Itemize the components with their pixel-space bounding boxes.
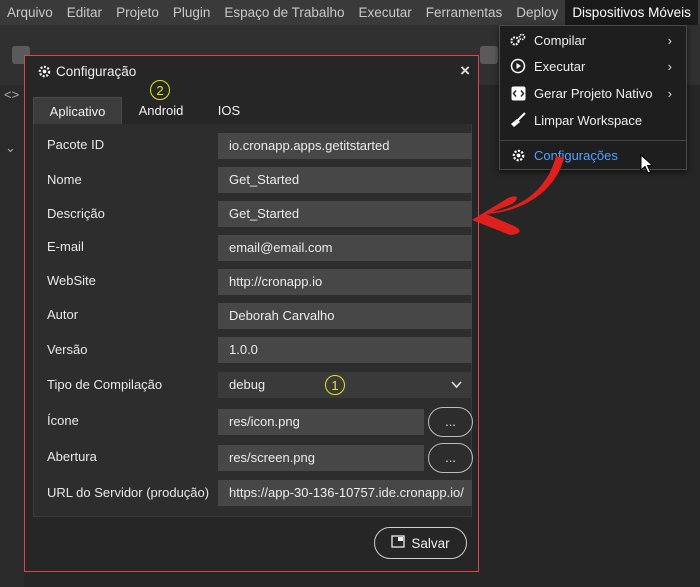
chevron-right-icon: › bbox=[667, 58, 672, 74]
abertura-input[interactable]: res/screen.png bbox=[218, 445, 424, 471]
nome-input[interactable]: Get_Started bbox=[218, 167, 472, 193]
menu-item-label: Executar bbox=[534, 58, 586, 74]
menu-separator bbox=[500, 140, 686, 141]
dialog-header: Configuração × bbox=[25, 56, 478, 86]
autor-input[interactable]: Deborah Carvalho bbox=[218, 303, 472, 329]
chevron-right-icon: › bbox=[667, 32, 672, 48]
label-url-servidor: URL do Servidor (produção) bbox=[47, 485, 210, 500]
website-input[interactable]: http://cronapp.io bbox=[218, 269, 472, 295]
descricao-input[interactable]: Get_Started bbox=[218, 201, 472, 227]
menu-bar: Arquivo Editar Projeto Plugin Espaço de … bbox=[0, 0, 700, 25]
menu-projeto[interactable]: Projeto bbox=[109, 0, 166, 25]
label-abertura: Abertura bbox=[47, 449, 97, 464]
menu-item-compilar[interactable]: Compilar › bbox=[500, 27, 686, 53]
code-icon[interactable]: <> bbox=[4, 87, 19, 102]
close-icon[interactable]: × bbox=[460, 61, 470, 81]
email-input[interactable]: email@email.com bbox=[218, 235, 472, 261]
chevron-down-icon bbox=[451, 372, 462, 398]
gear-icon bbox=[37, 64, 52, 82]
menu-item-label: Compilar bbox=[534, 32, 587, 48]
tab-bar: Aplicativo Android IOS bbox=[33, 97, 470, 125]
play-circle-icon bbox=[510, 58, 526, 74]
annotation-badge-2: 2 bbox=[150, 80, 170, 100]
menu-ferramentas[interactable]: Ferramentas bbox=[419, 0, 510, 25]
ide-side-panel: <> ⌄ bbox=[0, 85, 24, 587]
menu-item-label: Gerar Projeto Nativo bbox=[534, 85, 653, 101]
menu-item-executar[interactable]: Executar › bbox=[500, 53, 686, 79]
menu-espaco-de-trabalho[interactable]: Espaço de Trabalho bbox=[217, 0, 351, 25]
save-label: Salvar bbox=[411, 535, 450, 551]
label-versao: Versão bbox=[47, 342, 88, 357]
mouse-cursor-icon bbox=[640, 153, 654, 177]
save-icon bbox=[391, 535, 406, 551]
menu-editar[interactable]: Editar bbox=[60, 0, 109, 25]
menu-item-limpar-workspace[interactable]: Limpar Workspace bbox=[500, 107, 686, 133]
label-tipo-compilacao: Tipo de Compilação bbox=[47, 377, 163, 392]
label-nome: Nome bbox=[47, 172, 82, 187]
dispositivos-moveis-menu: Compilar › Executar › Gerar Projeto Nati… bbox=[499, 25, 687, 170]
menu-executar[interactable]: Executar bbox=[351, 0, 418, 25]
save-button[interactable]: Salvar bbox=[374, 527, 467, 559]
pacote-id-input[interactable]: io.cronapp.apps.getitstarted bbox=[218, 133, 472, 159]
label-descricao: Descrição bbox=[47, 206, 105, 221]
toolbar-icon[interactable] bbox=[480, 46, 498, 64]
tab-ios[interactable]: IOS bbox=[199, 97, 259, 124]
label-website: WebSite bbox=[47, 273, 96, 288]
url-servidor-input[interactable]: https://app-30-136-10757.ide.cronapp.io/ bbox=[218, 480, 472, 506]
label-autor: Autor bbox=[47, 307, 79, 322]
form-panel: Pacote ID io.cronapp.apps.getitstarted N… bbox=[33, 124, 473, 517]
tab-android[interactable]: Android bbox=[123, 97, 199, 124]
browse-icon-button[interactable]: ... bbox=[428, 407, 473, 437]
icone-input[interactable]: res/icon.png bbox=[218, 409, 424, 435]
label-icone: Ícone bbox=[47, 413, 79, 428]
configuration-dialog: Configuração × Aplicativo Android IOS Pa… bbox=[24, 55, 479, 572]
tipo-compilacao-value: debug bbox=[229, 377, 266, 392]
browse-splash-button[interactable]: ... bbox=[428, 443, 473, 473]
tipo-compilacao-select[interactable]: debug bbox=[218, 372, 472, 398]
versao-input[interactable]: 1.0.0 bbox=[218, 337, 472, 363]
chevron-right-icon: › bbox=[667, 85, 672, 101]
menu-plugin[interactable]: Plugin bbox=[166, 0, 218, 25]
broom-icon bbox=[510, 112, 526, 128]
chevron-down-icon[interactable]: ⌄ bbox=[5, 140, 16, 156]
menu-arquivo[interactable]: Arquivo bbox=[0, 0, 60, 25]
label-pacote-id: Pacote ID bbox=[47, 137, 105, 152]
annotation-badge-1: 1 bbox=[325, 375, 345, 395]
label-email: E-mail bbox=[47, 239, 84, 254]
menu-deploy[interactable]: Deploy bbox=[509, 0, 565, 25]
annotation-arrow bbox=[472, 156, 564, 235]
gears-icon bbox=[510, 32, 526, 48]
tab-aplicativo[interactable]: Aplicativo bbox=[33, 97, 122, 125]
code-box-icon bbox=[510, 85, 526, 101]
menu-item-label: Limpar Workspace bbox=[534, 112, 643, 128]
menu-dispositivos-moveis[interactable]: Dispositivos Móveis bbox=[565, 0, 698, 25]
dialog-title: Configuração bbox=[56, 64, 137, 79]
menu-item-gerar-projeto-nativo[interactable]: Gerar Projeto Nativo › bbox=[500, 80, 686, 106]
